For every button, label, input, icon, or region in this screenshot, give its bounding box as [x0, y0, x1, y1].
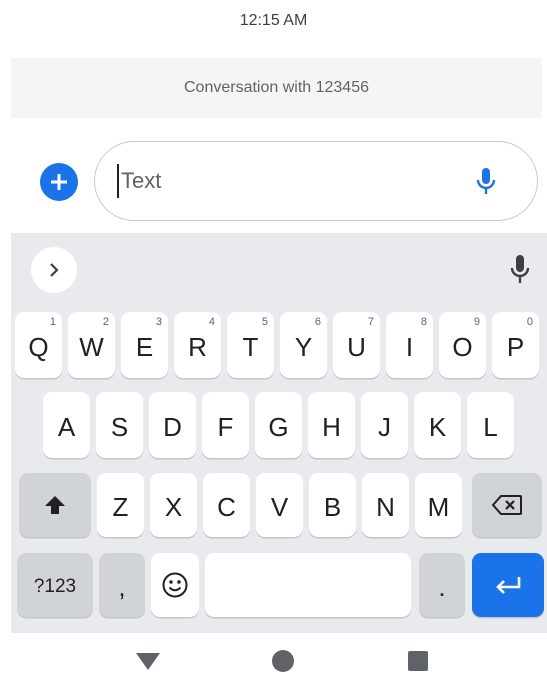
keyboard: 1Q 2W 3E 4R 5T 6Y 7U 8I 9O 0P A S D F G …	[11, 233, 547, 633]
symbols-key[interactable]: ?123	[17, 553, 93, 617]
key-y[interactable]: 6Y	[280, 312, 327, 378]
navigation-bar	[0, 633, 547, 686]
key-w[interactable]: 2W	[68, 312, 115, 378]
key-s[interactable]: S	[96, 392, 143, 458]
key-p[interactable]: 0P	[492, 312, 539, 378]
nav-home-button[interactable]	[265, 643, 301, 679]
key-o[interactable]: 9O	[439, 312, 486, 378]
shift-arrow-icon	[45, 496, 65, 514]
key-g[interactable]: G	[255, 392, 302, 458]
plus-icon	[51, 174, 67, 190]
key-l[interactable]: L	[467, 392, 514, 458]
nav-recents-button[interactable]	[400, 643, 436, 679]
key-v[interactable]: V	[256, 473, 303, 537]
key-n[interactable]: N	[362, 473, 409, 537]
voice-input-button[interactable]	[471, 162, 501, 200]
backspace-icon	[491, 495, 522, 515]
compose-bar	[0, 128, 547, 228]
key-k[interactable]: K	[414, 392, 461, 458]
nav-back-button[interactable]	[130, 643, 166, 679]
backspace-key[interactable]	[472, 473, 542, 537]
period-key[interactable]: .	[419, 553, 465, 617]
key-x[interactable]: X	[150, 473, 197, 537]
message-text-field[interactable]	[94, 141, 538, 221]
key-c[interactable]: C	[203, 473, 250, 537]
key-a[interactable]: A	[43, 392, 90, 458]
key-t[interactable]: 5T	[227, 312, 274, 378]
emoji-icon	[162, 572, 188, 598]
add-attachment-button[interactable]	[40, 163, 78, 201]
key-h[interactable]: H	[308, 392, 355, 458]
emoji-key[interactable]	[151, 553, 199, 617]
enter-key[interactable]	[472, 553, 544, 617]
enter-arrow-icon	[496, 577, 521, 594]
shift-key[interactable]	[19, 473, 91, 537]
key-q[interactable]: 1Q	[15, 312, 62, 378]
key-f[interactable]: F	[202, 392, 249, 458]
key-u[interactable]: 7U	[333, 312, 380, 378]
comma-key[interactable]: ,	[99, 553, 145, 617]
key-i[interactable]: 8I	[386, 312, 433, 378]
status-time: 12:15 AM	[239, 12, 308, 29]
keyboard-voice-button[interactable]	[505, 249, 535, 289]
keyboard-expand-button[interactable]	[31, 247, 77, 293]
conversation-header: Conversation with 123456	[11, 58, 542, 118]
home-circle-icon	[272, 650, 294, 672]
suggestion-strip	[11, 233, 547, 305]
key-r[interactable]: 4R	[174, 312, 221, 378]
key-e[interactable]: 3E	[121, 312, 168, 378]
message-input[interactable]	[117, 164, 451, 198]
space-key[interactable]	[205, 553, 411, 617]
chevron-right-icon	[50, 263, 59, 277]
recents-square-icon	[408, 651, 428, 671]
back-triangle-icon	[136, 653, 160, 670]
key-b[interactable]: B	[309, 473, 356, 537]
key-j[interactable]: J	[361, 392, 408, 458]
key-m[interactable]: M	[415, 473, 462, 537]
key-z[interactable]: Z	[97, 473, 144, 537]
conversation-title: Conversation with 123456	[183, 79, 369, 96]
microphone-icon	[476, 168, 496, 194]
microphone-icon	[510, 255, 530, 283]
key-d[interactable]: D	[149, 392, 196, 458]
